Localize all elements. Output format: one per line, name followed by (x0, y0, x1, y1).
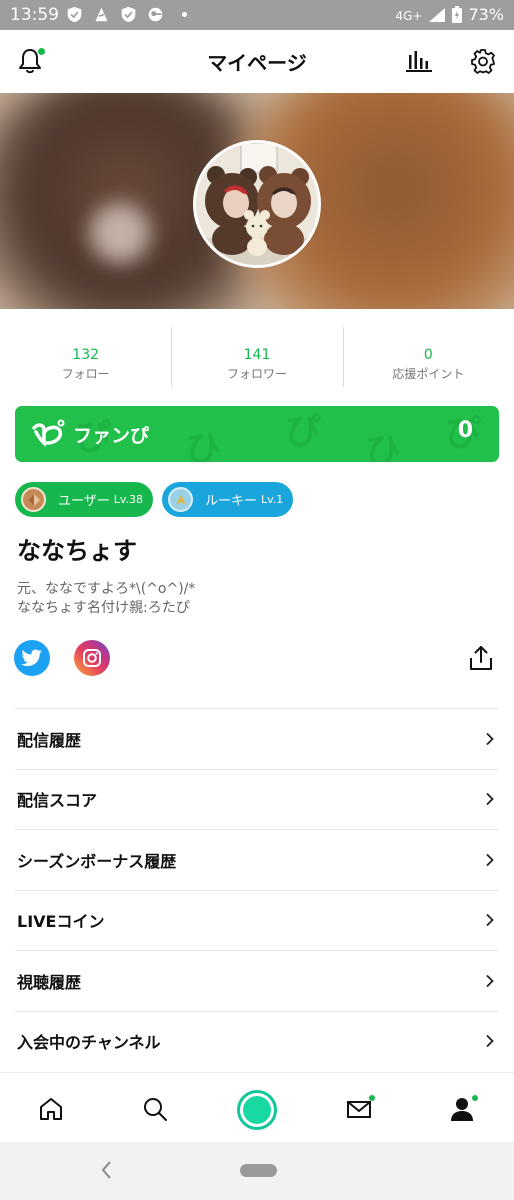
menu-live-coin[interactable]: LIVEコイン (15, 889, 499, 951)
username: ななちょす (17, 537, 137, 565)
support-points-count: 0 (423, 347, 433, 363)
banner-decoration: ひ (185, 429, 222, 462)
profile-stats: 132 フォロー 141 フォロワー 0 応援ポイント (0, 327, 514, 387)
notification-app-icon (95, 7, 108, 22)
signal-icon (429, 7, 446, 22)
twitter-icon (21, 649, 42, 667)
menu-viewing-history[interactable]: 視聴履歴 (15, 950, 499, 1011)
chevron-right-icon (486, 793, 494, 806)
mail-notification-dot (369, 1095, 375, 1101)
fan-value: 0 (457, 418, 473, 443)
profile-cover (0, 93, 514, 309)
bio-line: ななちょす名付け親:ろたぴ (17, 600, 190, 616)
system-navigation-bar (0, 1142, 514, 1200)
status-icons (66, 6, 187, 23)
twitter-link[interactable] (14, 640, 50, 676)
bio-line: 元、ななですよろ*\(^o^)/* (17, 581, 196, 597)
follow-count: 132 (72, 347, 100, 363)
fan-points-banner[interactable]: ぴ ひ ぴ ひ ぴ ファンぴ 0 (15, 406, 499, 462)
instagram-link[interactable] (74, 640, 110, 676)
follow-label: フォロー (61, 367, 110, 381)
stat-support-points[interactable]: 0 応援ポイント (342, 327, 514, 387)
followers-label: フォロワー (226, 367, 287, 381)
avatar-photo (196, 143, 318, 265)
network-type: 4G+ (395, 8, 423, 23)
stat-follow[interactable]: 132 フォロー (0, 327, 171, 387)
settings-button[interactable] (466, 44, 500, 78)
ranking-bars-icon (406, 51, 432, 72)
shield-check-icon (121, 6, 136, 23)
user-level-badge[interactable]: ユーザー Lv.38 (15, 482, 153, 517)
menu-broadcast-history[interactable]: 配信履歴 (15, 708, 499, 769)
cover-blur-face (90, 203, 150, 263)
profile-notification-dot (472, 1095, 478, 1101)
user-badge-level: Lv.38 (113, 493, 144, 506)
status-right: 4G+ 73% (395, 5, 504, 24)
support-points-label: 応援ポイント (392, 367, 465, 381)
system-home-pill[interactable] (240, 1164, 277, 1177)
home-icon (40, 1098, 62, 1120)
chevron-right-icon (486, 732, 494, 745)
search-icon (144, 1098, 167, 1121)
chevron-right-icon (486, 1035, 494, 1048)
status-bar: 13:59 4G+ 73% (0, 0, 514, 30)
menu-item-label: 視聴履歴 (17, 972, 82, 992)
rookie-badge-label: ルーキー (205, 494, 258, 509)
menu-season-bonus-history[interactable]: シーズンボーナス履歴 (15, 829, 499, 890)
share-icon (470, 646, 492, 670)
nav-mail[interactable] (343, 1093, 375, 1125)
rookie-level-badge[interactable]: ルーキー Lv.1 (162, 482, 293, 517)
menu-broadcast-score[interactable]: 配信スコア (15, 768, 499, 830)
share-button[interactable] (465, 642, 497, 674)
fan-label: ファンぴ (73, 425, 150, 447)
app-header: マイページ (0, 30, 514, 92)
chevron-right-icon (486, 914, 494, 927)
instagram-icon (83, 649, 101, 667)
battery-icon (452, 6, 463, 23)
menu-item-label: LIVEコイン (17, 912, 105, 932)
rookie-rank-icon (168, 487, 193, 512)
shield-check-icon (67, 6, 82, 23)
user-badge-label: ユーザー (58, 494, 110, 509)
menu-item-label: 配信履歴 (17, 730, 82, 750)
rookie-badge-level: Lv.1 (261, 493, 284, 506)
chevron-right-icon (486, 974, 494, 987)
more-notifications-dot (182, 12, 187, 17)
live-broadcast-button[interactable] (237, 1090, 277, 1130)
system-back-icon[interactable] (98, 1160, 116, 1180)
banner-decoration: ひ (365, 431, 402, 462)
nav-search[interactable] (139, 1093, 171, 1125)
fan-logo-icon (32, 419, 65, 448)
banner-decoration: ぴ (285, 411, 322, 452)
status-time: 13:59 (10, 5, 59, 25)
user-rank-icon (21, 487, 46, 512)
profile-bio: 元、ななですよろ*\(^o^)/* ななちょす名付け親:ろたぴ (17, 580, 195, 618)
ranking-button[interactable] (402, 44, 436, 78)
nav-home[interactable] (35, 1093, 67, 1125)
mypage-menu: 配信履歴 配信スコア シーズンボーナス履歴 LIVEコイン 視聴履歴 入会中のチ… (15, 708, 499, 1071)
menu-item-label: シーズンボーナス履歴 (17, 851, 177, 871)
menu-item-label: 配信スコア (17, 791, 98, 811)
gear-icon (471, 49, 495, 74)
followers-count: 141 (243, 347, 271, 363)
page-title: マイページ (207, 51, 307, 75)
menu-item-label: 入会中のチャンネル (17, 1033, 161, 1053)
chevron-right-icon (486, 853, 494, 866)
avatar[interactable] (193, 140, 321, 268)
battery-level: 73% (468, 5, 504, 24)
stat-followers[interactable]: 141 フォロワー (171, 327, 342, 387)
nav-profile[interactable] (446, 1093, 478, 1125)
live-button-core (243, 1096, 271, 1124)
vpn-key-icon (148, 7, 163, 22)
menu-joined-channels[interactable]: 入会中のチャンネル (15, 1010, 499, 1072)
